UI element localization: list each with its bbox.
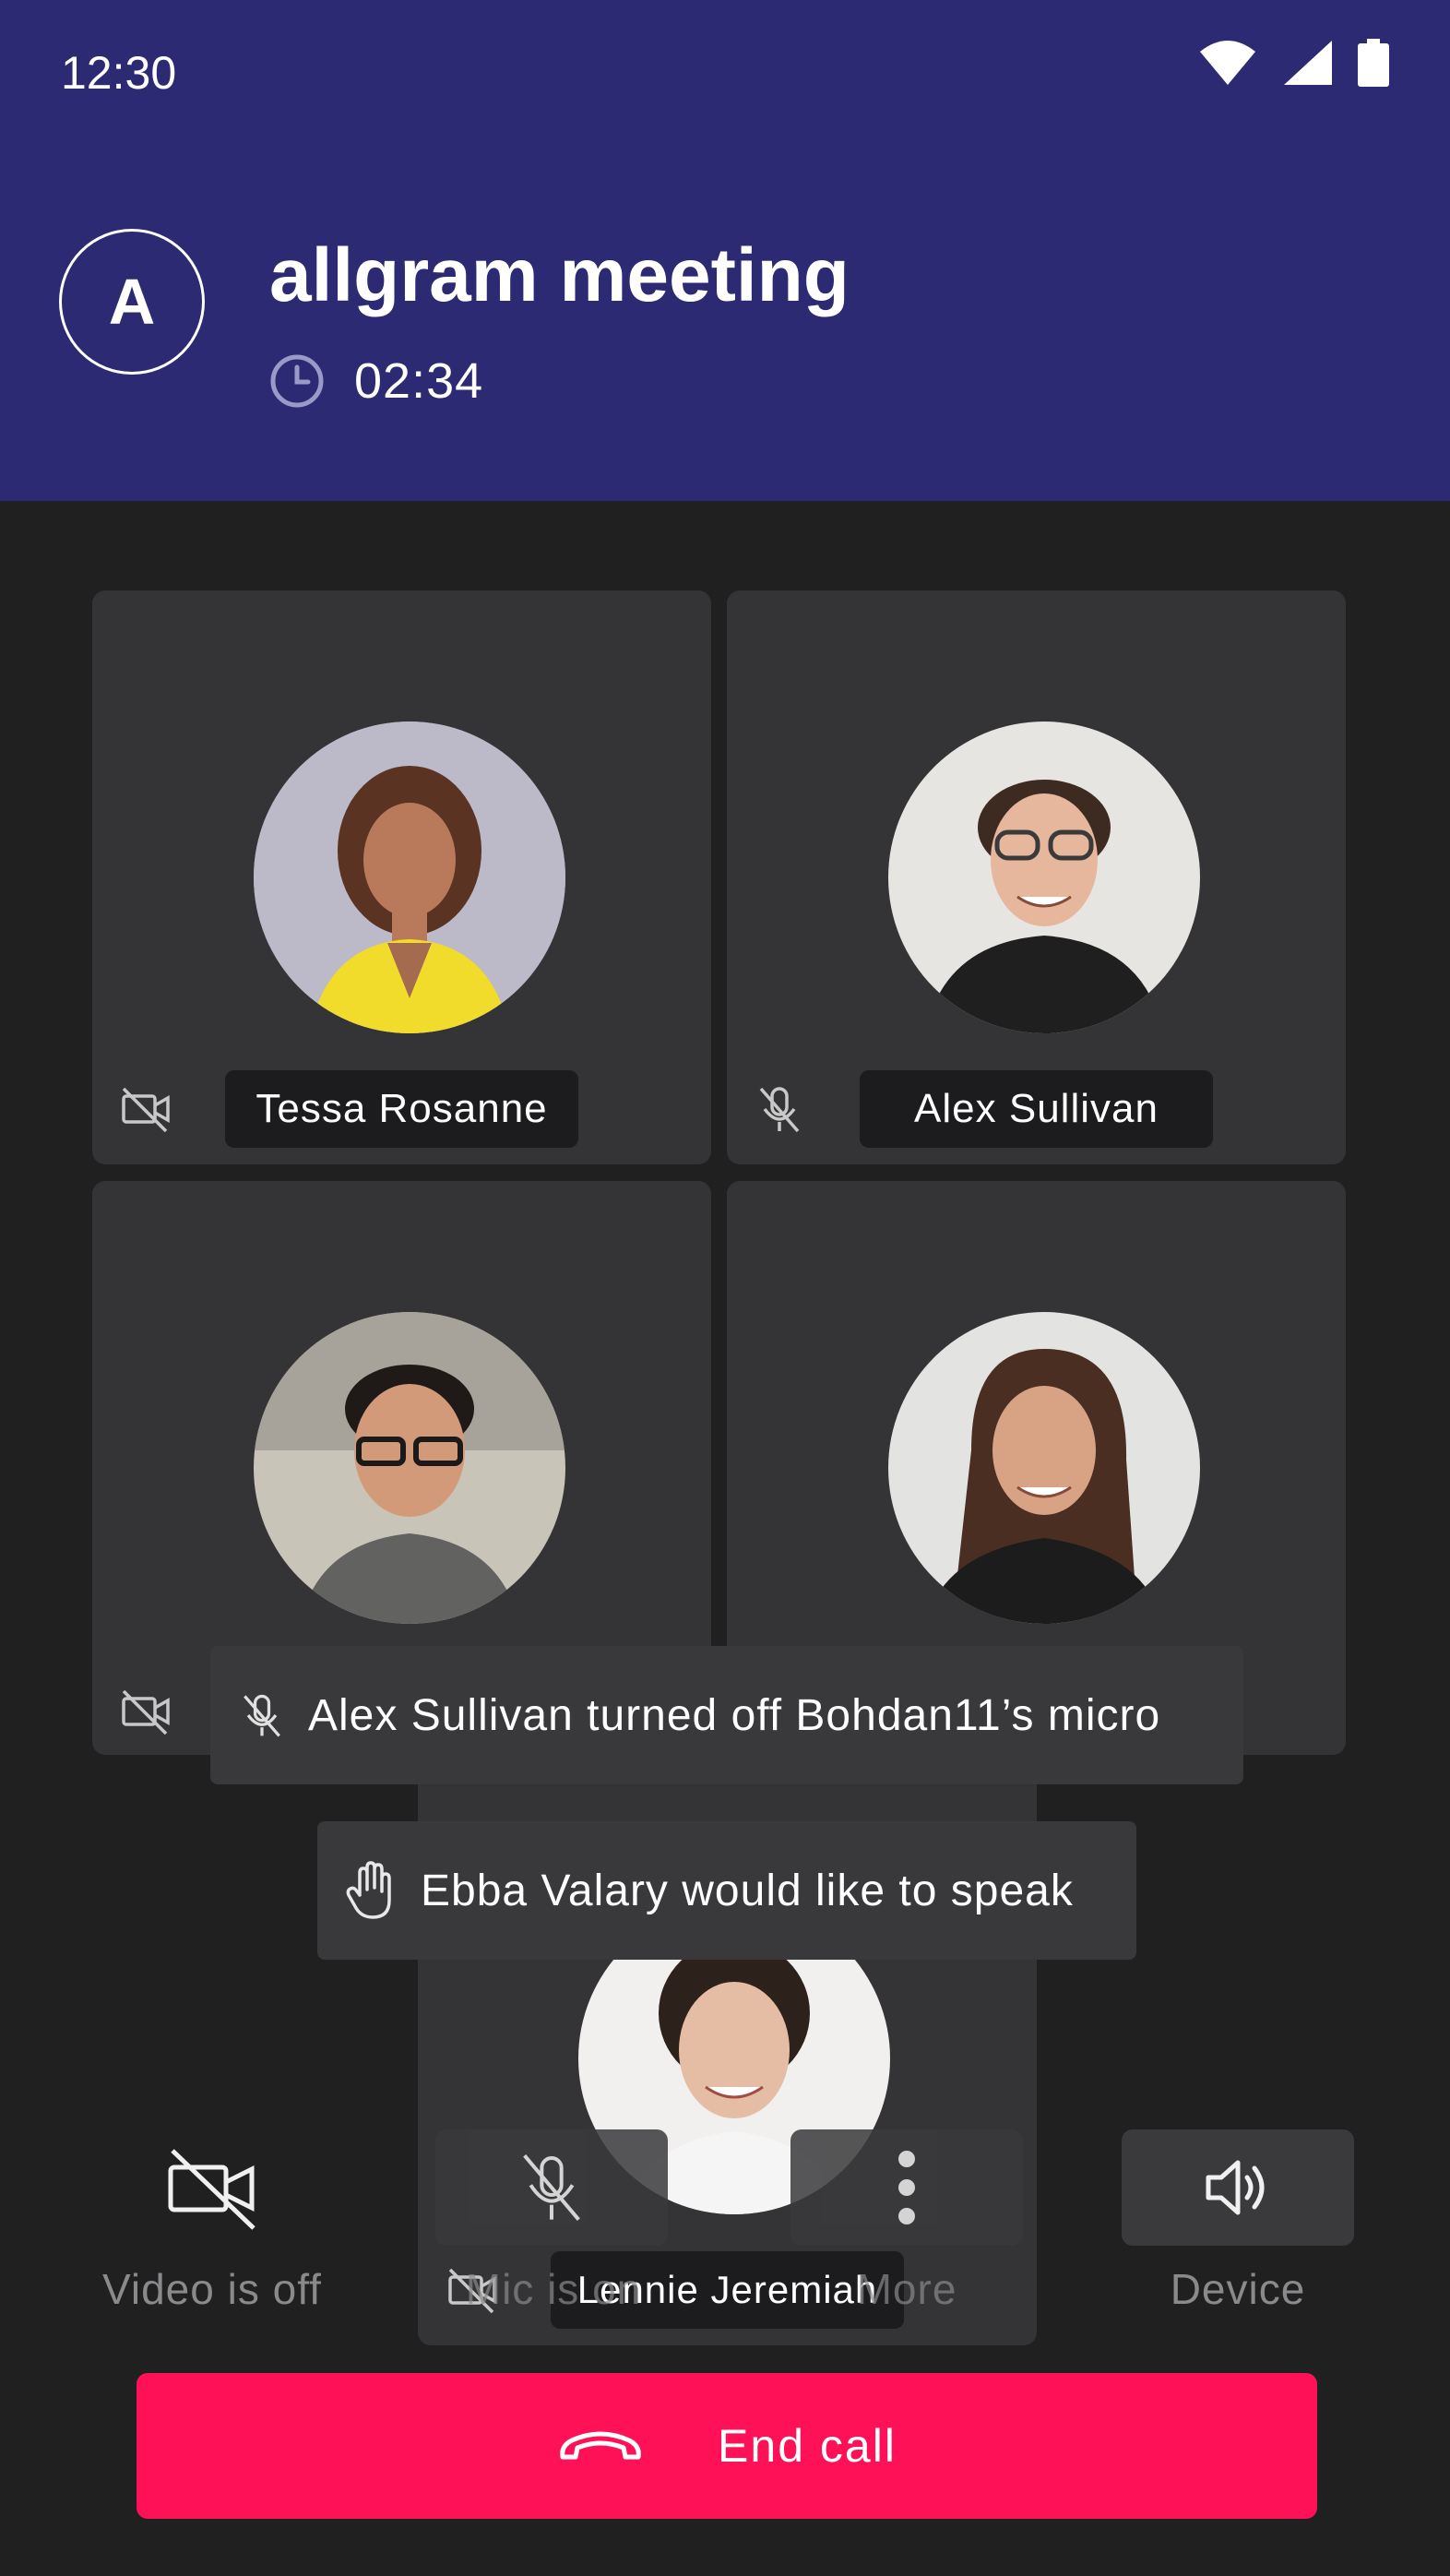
battery-icon <box>1358 39 1389 87</box>
participant-photo <box>254 1312 565 1624</box>
end-call-label: End call <box>718 2420 897 2472</box>
participant-photo <box>254 722 565 1033</box>
more-label: More <box>856 2265 957 2313</box>
elapsed-time: 02:34 <box>354 353 484 409</box>
video-toggle-label: Video is off <box>102 2265 322 2313</box>
notification-text: Alex Sullivan turned off Bohdan11’s micr… <box>308 1690 1161 1740</box>
mic-toggle-button[interactable] <box>435 2129 668 2246</box>
wifi-icon <box>1200 41 1255 85</box>
video-off-icon <box>168 2149 256 2230</box>
speaker-icon <box>1206 2160 1265 2215</box>
hang-up-icon <box>560 2431 641 2460</box>
participant-name: Tessa Rosanne <box>225 1070 578 1148</box>
raised-hand-icon <box>346 1861 391 1919</box>
more-button[interactable] <box>790 2129 1023 2246</box>
mic-off-icon <box>244 1694 280 1737</box>
mic-off-icon <box>759 1087 800 1133</box>
participant-photo <box>888 1312 1200 1624</box>
video-off-icon <box>122 1689 170 1735</box>
mic-muted-notification: Alex Sullivan turned off Bohdan11’s micr… <box>210 1646 1243 1784</box>
video-toggle-button[interactable] <box>148 2129 277 2246</box>
video-off-icon <box>122 1087 170 1133</box>
clock-icon <box>270 354 324 408</box>
cellular-signal-icon <box>1284 41 1332 85</box>
end-call-button[interactable]: End call <box>137 2373 1317 2519</box>
status-time: 12:30 <box>61 47 177 99</box>
raise-hand-notification: Ebba Valary would like to speak <box>317 1821 1136 1960</box>
more-vertical-icon <box>898 2151 915 2224</box>
device-label: Device <box>1170 2265 1306 2313</box>
participant-name: Alex Sullivan <box>860 1070 1213 1148</box>
notification-text: Ebba Valary would like to speak <box>421 1866 1074 1915</box>
meeting-timer: 02:34 <box>269 352 483 410</box>
meeting-avatar: A <box>59 229 205 375</box>
mic-off-icon <box>523 2154 580 2221</box>
device-button[interactable] <box>1122 2129 1354 2246</box>
meeting-title: allgram meeting <box>269 233 850 317</box>
mic-toggle-label: Mic is on <box>465 2265 642 2313</box>
participant-photo <box>888 722 1200 1033</box>
status-icons <box>1197 39 1389 87</box>
